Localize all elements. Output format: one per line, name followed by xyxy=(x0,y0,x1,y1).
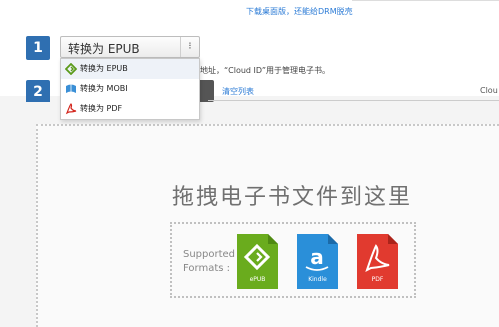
dropdown-item-label: 转换为 EPUB xyxy=(80,64,128,73)
pdf-format-label: PDF xyxy=(371,276,384,283)
svg-text:a: a xyxy=(310,245,324,269)
select-caret-icon[interactable]: ⁝ xyxy=(180,37,199,57)
drop-zone-title: 拖拽电子书文件到这里 xyxy=(172,185,413,210)
cloud-id-hint: 地址，“Cloud ID”用于管理电子书。 xyxy=(200,66,330,75)
download-desktop-link[interactable]: 下载桌面版，还能给DRM脱壳 xyxy=(246,6,353,17)
dropdown-item-label: 转换为 MOBI xyxy=(80,84,128,93)
step-1-badge: 1 xyxy=(26,36,50,60)
pdf-format-icon: PDF xyxy=(357,234,398,289)
supported-formats-box: Supported Formats : ePUB a Kindle PDF xyxy=(170,222,416,298)
kindle-format-label: Kindle xyxy=(308,276,327,283)
format-select-value: 转换为 EPUB xyxy=(68,42,140,56)
clear-list-link[interactable]: 清空列表 xyxy=(222,86,254,97)
format-select[interactable]: 转换为 EPUB ⁝ xyxy=(60,36,200,58)
kindle-format-icon: a Kindle xyxy=(297,234,338,289)
dropdown-item-pdf[interactable]: 转换为 PDF xyxy=(61,99,199,119)
epub-format-icon: ePUB xyxy=(237,234,278,289)
dropdown-item-mobi[interactable]: 转换为 MOBI xyxy=(61,79,199,99)
top-bar: 下载桌面版，还能给DRM脱壳 xyxy=(0,0,499,23)
top-divider xyxy=(352,0,499,1)
cloud-id-label: Clou xyxy=(480,86,498,95)
panel-divider xyxy=(208,100,499,101)
dropdown-item-epub[interactable]: 转换为 EPUB xyxy=(61,59,199,79)
pdf-icon xyxy=(65,103,77,115)
epub-format-label: ePUB xyxy=(249,276,266,283)
step-2-badge: 2 xyxy=(26,80,50,104)
formats-label: Formats : xyxy=(183,263,230,274)
mobi-icon xyxy=(66,84,76,93)
supported-formats-label: Supported Formats : xyxy=(183,248,239,276)
supported-label: Supported xyxy=(183,249,236,260)
format-dropdown: 转换为 EPUB 转换为 MOBI 转换为 PDF xyxy=(60,58,200,120)
dropdown-item-label: 转换为 PDF xyxy=(80,104,123,113)
epub-icon xyxy=(65,63,77,75)
